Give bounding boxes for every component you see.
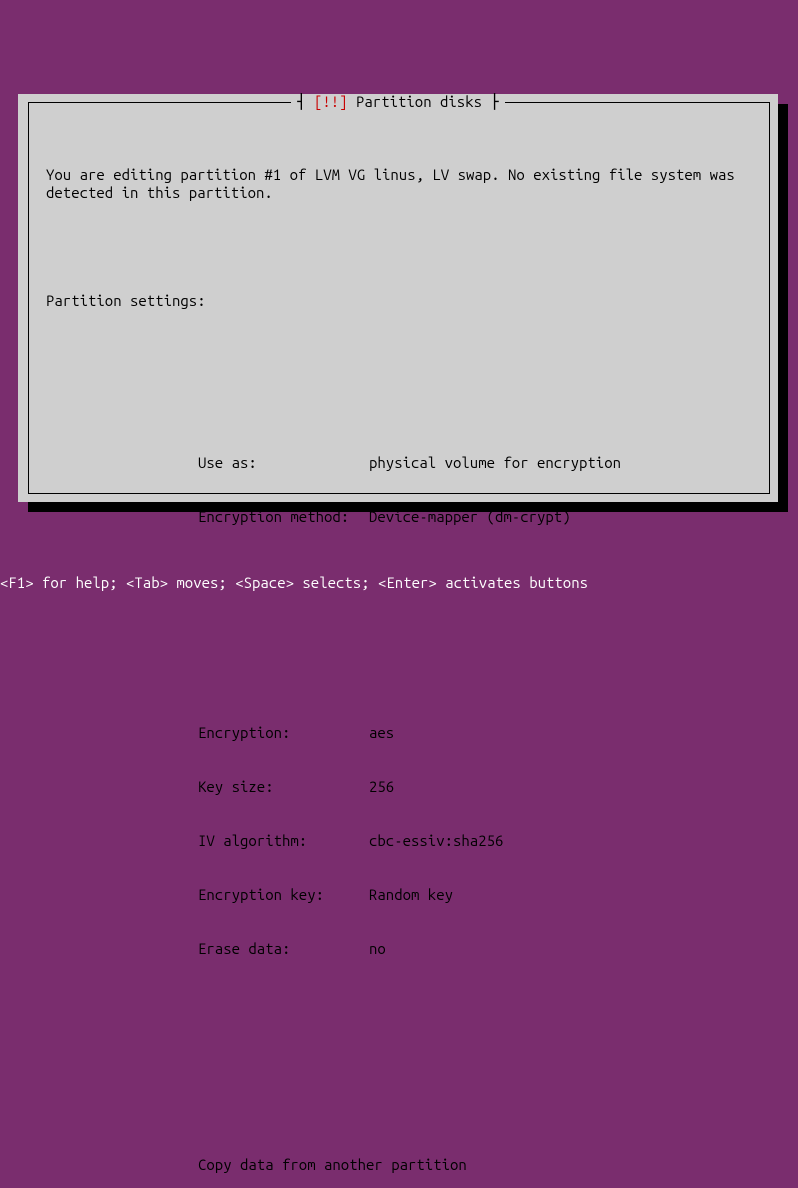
settings-heading: Partition settings: xyxy=(46,292,760,310)
setting-row[interactable]: Encryption key:Random key xyxy=(198,886,760,904)
setting-row[interactable]: Key size:256 xyxy=(198,778,760,796)
title-marker: [!!] xyxy=(314,93,348,110)
actions-list: Copy data from another partition Erase d… xyxy=(198,1120,760,1188)
setting-label: Use as: xyxy=(198,454,369,472)
line-dash-left: ┤ xyxy=(297,93,314,110)
settings-group-2: Encryption:aes Key size:256 IV algorithm… xyxy=(198,688,760,994)
dialog-content: You are editing partition #1 of LVM VG l… xyxy=(46,130,760,1188)
setting-row[interactable]: Erase data:no xyxy=(198,940,760,958)
settings-group-1: Use as:physical volume for encryption En… xyxy=(198,418,760,562)
setting-value: cbc-essiv:sha256 xyxy=(369,832,503,849)
setting-label: IV algorithm: xyxy=(198,832,369,850)
setting-value: aes xyxy=(369,724,394,741)
description-text: You are editing partition #1 of LVM VG l… xyxy=(46,166,760,202)
setting-value: Random key xyxy=(369,886,453,903)
setting-label: Encryption: xyxy=(198,724,369,742)
setting-value: Device-mapper (dm-crypt) xyxy=(369,508,571,525)
footer-help-text: <F1> for help; <Tab> moves; <Space> sele… xyxy=(0,574,798,594)
setting-row[interactable]: Encryption method:Device-mapper (dm-cryp… xyxy=(198,508,760,526)
dialog-title: Partition disks xyxy=(356,93,482,110)
partition-dialog: ┤ [!!] Partition disks ├ You are editing… xyxy=(18,94,778,502)
setting-label: Erase data: xyxy=(198,940,369,958)
setting-label: Encryption method: xyxy=(198,508,369,526)
setting-row[interactable]: IV algorithm:cbc-essiv:sha256 xyxy=(198,832,760,850)
setting-row[interactable]: Use as:physical volume for encryption xyxy=(198,454,760,472)
setting-value: 256 xyxy=(369,778,394,795)
setting-row[interactable]: Encryption:aes xyxy=(198,724,760,742)
line-dash-right: ├ xyxy=(482,93,499,110)
dialog-title-bar: ┤ [!!] Partition disks ├ xyxy=(18,94,778,110)
setting-value: physical volume for encryption xyxy=(369,454,621,471)
setting-value: no xyxy=(369,940,386,957)
action-copy-data[interactable]: Copy data from another partition xyxy=(198,1156,760,1174)
setting-label: Encryption key: xyxy=(198,886,369,904)
setting-label: Key size: xyxy=(198,778,369,796)
